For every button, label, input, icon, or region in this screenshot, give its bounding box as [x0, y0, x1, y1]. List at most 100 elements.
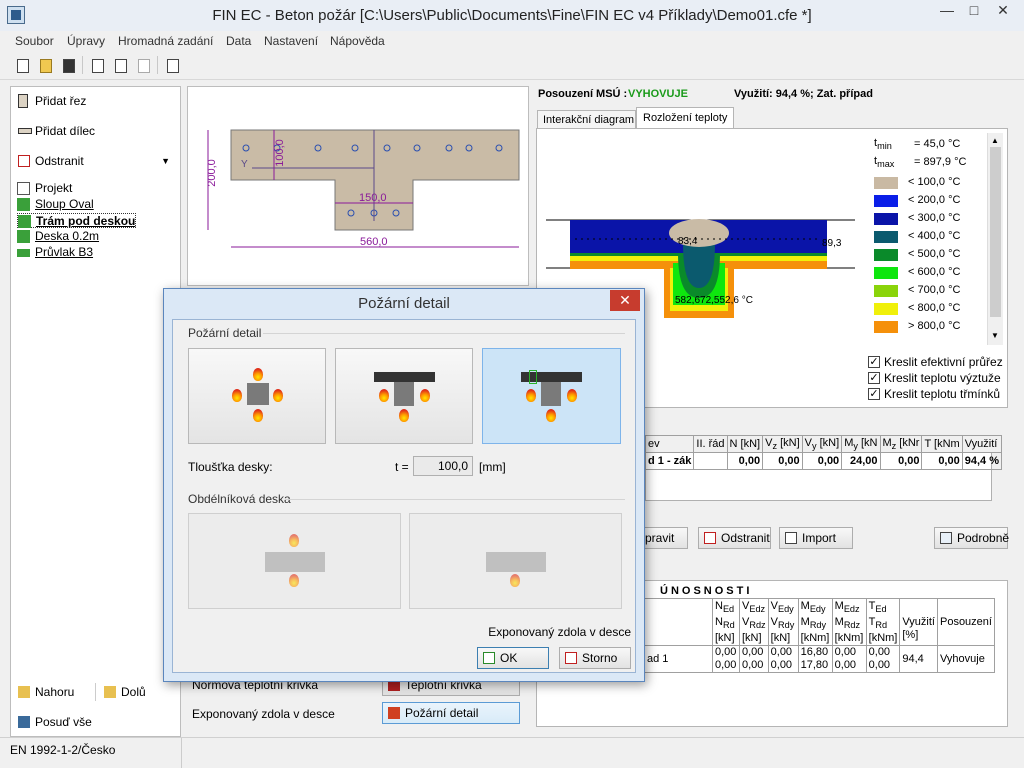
check-icon [483, 652, 495, 664]
close-button[interactable]: ✕ [988, 0, 1018, 22]
tab-temperature[interactable]: Rozložení teploty [636, 107, 734, 129]
check-effective-section[interactable]: ✓ Kreslit efektivní průřez [868, 355, 1003, 369]
thickness-input[interactable]: 100,0 [413, 456, 473, 476]
remove-icon [18, 155, 30, 167]
remove-load-button[interactable]: Odstranit [698, 527, 771, 549]
fire-detail-button[interactable]: Požární detail [382, 702, 520, 724]
tree-item-sloup-oval[interactable]: Sloup Oval [17, 197, 94, 212]
member-icon [18, 128, 32, 134]
legend-swatch [874, 285, 898, 297]
cancel-button[interactable]: Storno [559, 647, 631, 669]
dim-web: 150,0 [359, 192, 387, 204]
dim-height: 200,0 [205, 159, 218, 187]
axis-y-label: Y [241, 159, 248, 170]
menu-data[interactable]: Data [226, 34, 251, 48]
group-fire-detail: Požární detail [188, 326, 262, 340]
dialog-exposed-text: Exponovaný zdola v desce [488, 625, 631, 639]
ok-button[interactable]: OK [477, 647, 549, 669]
new-file-button[interactable] [12, 55, 32, 75]
check-all-button[interactable]: Posuď vše [13, 708, 178, 736]
legend-swatch [874, 249, 898, 261]
tile-beam-exposed-below-slab[interactable] [482, 348, 621, 444]
tree-item-pruvlak[interactable]: Průvlak B3 [17, 245, 93, 260]
green-check-icon [17, 249, 30, 257]
open-file-button[interactable] [35, 55, 55, 75]
result-status: VYHOVUJE [628, 88, 688, 100]
copy-icon [167, 59, 179, 73]
status-bar: EN 1992-1-2/Česko [0, 737, 1024, 768]
capacity-title: ÚNOSNOSTI [660, 585, 753, 597]
remove-button[interactable]: Odstranit ▼ [13, 147, 178, 175]
new-file-icon [17, 59, 29, 73]
legend-swatch [874, 231, 898, 243]
dim-flange: 100,0 [273, 139, 286, 167]
clipboard-icon [940, 532, 952, 544]
tab-interaction-diagram[interactable]: Interakční diagram [537, 110, 636, 129]
close-icon [565, 652, 577, 664]
exposed-label: Exponovaný zdola v desce [192, 707, 335, 721]
green-check-icon [17, 230, 30, 243]
edit-button[interactable]: pravit [640, 527, 688, 549]
arrow-up-icon [18, 686, 30, 698]
menu-nastaveni[interactable]: Nastavení [264, 34, 318, 48]
load-table: ev II. řád N [kN] Vz [kN] Vy [kN] My [kN… [644, 435, 1002, 501]
import-button[interactable]: Import [779, 527, 853, 549]
temp-label-b: 89,3 [822, 238, 842, 249]
add-section-button[interactable]: Přidat řez [13, 87, 178, 115]
menu-bar: Soubor Úpravy Hromadná zadání Data Nasta… [0, 31, 1024, 51]
tile-beam-under-slab[interactable] [335, 348, 473, 444]
add-member-button[interactable]: Přidat dílec [13, 117, 178, 145]
table-icon [785, 532, 797, 544]
check-stirrup-temp[interactable]: ✓ Kreslit teplotu třmínků [868, 387, 1000, 401]
green-check-icon [17, 198, 30, 211]
check-all-icon [18, 716, 30, 728]
t-label: t = [395, 460, 409, 474]
status-norm: EN 1992-1-2/Česko [10, 743, 116, 757]
move-up-button[interactable]: Nahoru [13, 678, 93, 706]
toolbar [0, 51, 1024, 80]
print-preview-icon [115, 59, 127, 73]
left-panel: Přidat řez Přidat dílec Odstranit ▼ Proj… [10, 86, 181, 737]
temp-label-d: 582,672,552,6 °C [675, 295, 753, 306]
temp-label-a: 83,4 [678, 236, 698, 247]
fire-detail-dialog: Požární detail ✕ Požární detail Tloušťka… [163, 288, 645, 682]
move-down-button[interactable]: Dolů [99, 678, 179, 706]
capacity-table: NEd NRd [kN] VEdz VRdz [kN] VEdy VRdy [kN] MEd… [644, 597, 995, 674]
menu-soubor[interactable]: Soubor [15, 34, 54, 48]
window-title: FIN EC - Beton požár [C:\Users\Public\Do… [212, 7, 812, 24]
tree-item-deska[interactable]: Deska 0.2m [17, 229, 99, 244]
save-icon [63, 59, 75, 73]
section-icon [18, 94, 28, 108]
minimize-button[interactable]: — [934, 0, 960, 22]
remove-icon [704, 532, 716, 544]
tile-beam-four-sides[interactable] [188, 348, 326, 444]
table-row[interactable]: d 1 - zák 0,00 0,00 0,00 24,00 0,00 0,00 94… [644, 452, 1002, 470]
detail-button[interactable]: Podrobně [934, 527, 1009, 549]
tree-item-projekt[interactable]: Projekt [17, 181, 72, 196]
print-preview-button[interactable] [110, 55, 130, 75]
maximize-button[interactable]: □ [961, 0, 987, 22]
section-drawing: 200,0 100,0 150,0 560,0 Y [187, 86, 529, 286]
t-unit: [mm] [479, 460, 506, 474]
legend-scrollbar[interactable]: ▲ ▼ [987, 133, 1003, 345]
menu-napoveda[interactable]: Nápověda [330, 34, 385, 48]
dim-width: 560,0 [360, 236, 388, 248]
print-icon [92, 59, 104, 73]
table-row[interactable]: ad 1 0,00 0,00 0,00 0,00 0,00 0,00 16,80 17,… [644, 645, 995, 674]
legend-swatch [874, 321, 898, 333]
save-button[interactable] [58, 55, 78, 75]
fire-icon [388, 707, 400, 719]
menu-hromadna-zadani[interactable]: Hromadná zadání [118, 34, 213, 48]
menu-upravy[interactable]: Úpravy [67, 34, 105, 48]
tile-slab-below [409, 513, 622, 609]
thickness-label: Tloušťka desky: [188, 460, 273, 474]
result-usage: Využití: 94,4 %; Zat. případ [734, 88, 873, 100]
tree-item-tram-pod-deskou[interactable]: Trám pod deskou [17, 213, 137, 228]
legend-swatch [874, 177, 898, 189]
check-reinforcement-temp[interactable]: ✓ Kreslit teplotu výztuže [868, 371, 1001, 385]
copy-button[interactable] [162, 55, 182, 75]
result-label: Posouzení MSÚ : [538, 88, 628, 100]
print-setup-button[interactable] [133, 55, 153, 75]
print-button[interactable] [87, 55, 107, 75]
dialog-close-button[interactable]: ✕ [610, 290, 640, 311]
